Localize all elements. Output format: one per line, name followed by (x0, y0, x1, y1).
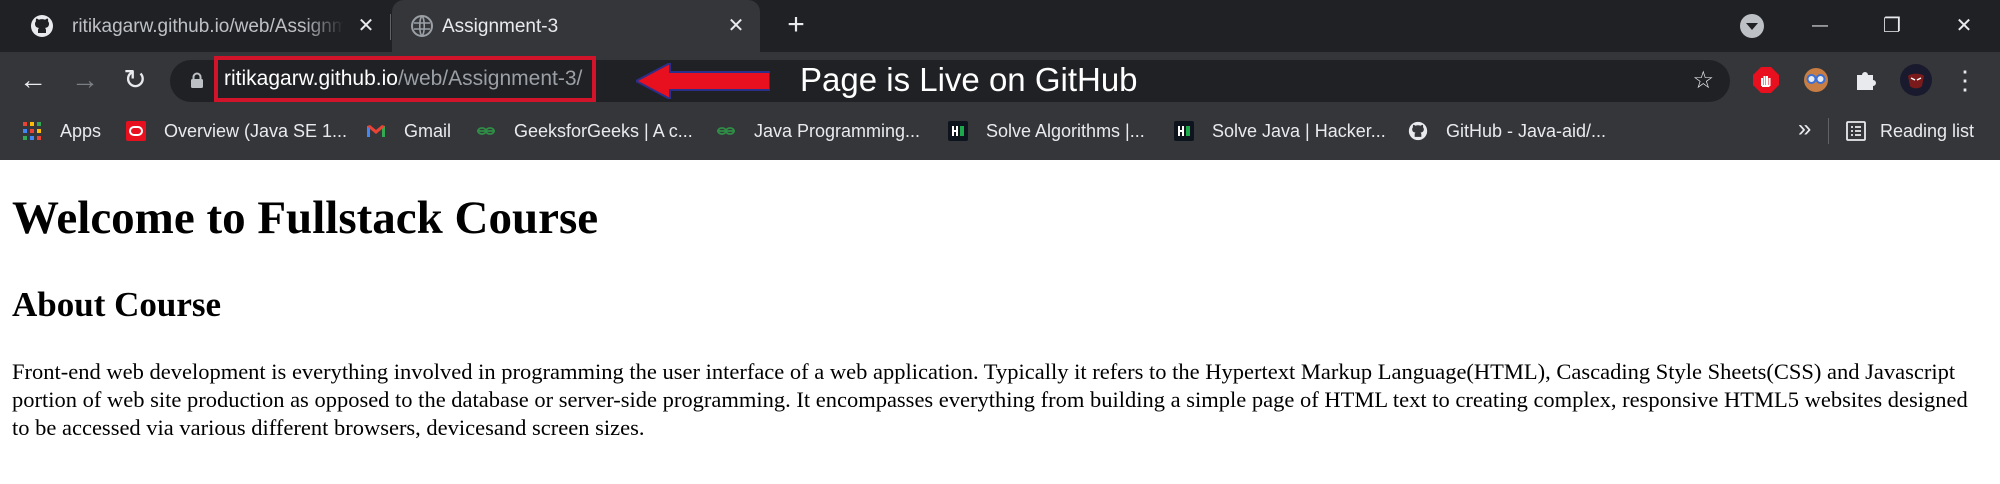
page-heading: Welcome to Fullstack Course (12, 192, 599, 244)
adblock-icon[interactable] (1752, 66, 1780, 94)
hackerrank-icon (948, 121, 968, 141)
bookmark-star-icon[interactable]: ☆ (1692, 68, 1714, 94)
bookmark-label: Overview (Java SE 1... (164, 120, 348, 141)
tab-search-icon[interactable] (1740, 14, 1764, 38)
reading-list-label: Reading list (1880, 120, 1975, 141)
tab-title: ritikagarw.github.io/web/Assignment-3/ (72, 16, 344, 37)
reload-button[interactable]: ↻ (118, 64, 152, 98)
page-content: Welcome to Fullstack Course About Course… (0, 160, 2000, 484)
extension-icon[interactable] (1802, 66, 1830, 94)
bookmark-java-programming[interactable]: Java Programming... (716, 118, 920, 144)
globe-icon (411, 15, 433, 37)
bookmark-oracle[interactable]: Overview (Java SE 1... (126, 118, 347, 144)
bookmark-label: Solve Java | Hacker... (1212, 120, 1386, 141)
reading-list-button[interactable]: Reading list (1846, 118, 1974, 144)
bookmark-geeksforgeeks[interactable]: GeeksforGeeks | A c... (476, 118, 693, 144)
bookmarks-separator (1828, 118, 1829, 144)
url-host: ritikagarw.github.io (224, 67, 398, 90)
tab-assignment[interactable]: Assignment-3 ✕ (392, 0, 760, 52)
bookmark-label: GitHub - Java-aid/... (1446, 120, 1607, 141)
bookmark-label: Gmail (404, 120, 452, 141)
tab-close-icon[interactable]: ✕ (724, 14, 748, 38)
menu-button[interactable]: ⋮ (1948, 64, 1982, 98)
bookmark-gmail[interactable]: Gmail (366, 118, 451, 144)
annotation-text: Page is Live on GitHub (800, 61, 1138, 98)
lock-icon[interactable] (190, 72, 204, 88)
bookmarks-bar: Apps Overview (Java SE 1... Gmail Geeksf… (0, 112, 2000, 150)
bookmark-label: Java Programming... (754, 120, 921, 141)
geeksforgeeks-icon (477, 127, 495, 135)
forward-button[interactable]: → (68, 64, 102, 98)
oracle-icon (126, 121, 146, 141)
geeksforgeeks-icon (717, 127, 735, 135)
gmail-icon (367, 125, 385, 137)
bookmark-label: GeeksforGeeks | A c... (514, 120, 693, 141)
back-button[interactable]: ← (16, 64, 50, 98)
tab-strip: ritikagarw.github.io/web/Assignment-3/ ✕… (0, 0, 2000, 52)
puzzle-icon[interactable] (1852, 66, 1880, 94)
page-subheading: About Course (12, 285, 222, 324)
browser-chrome: ritikagarw.github.io/web/Assignment-3/ ✕… (0, 0, 2000, 160)
new-tab-button[interactable]: + (782, 10, 810, 40)
bookmark-label: Solve Algorithms |... (986, 120, 1145, 141)
profile-avatar[interactable] (1900, 64, 1932, 96)
bookmark-solve-java[interactable]: Solve Java | Hacker... (1174, 118, 1386, 144)
tab-separator (390, 14, 391, 40)
bookmark-github[interactable]: GitHub - Java-aid/... (1408, 118, 1606, 144)
tab-title: Assignment-3 (442, 16, 559, 37)
reading-list-icon (1846, 121, 1866, 141)
restore-button[interactable]: ❐ (1872, 12, 1912, 40)
url-path: /web/Assignment-3/ (397, 67, 583, 90)
tab-close-icon[interactable]: ✕ (354, 14, 378, 38)
apps-grid-icon (23, 122, 41, 140)
bookmarks-overflow-button[interactable]: » (1798, 117, 1811, 141)
github-icon (1408, 121, 1428, 141)
tab-github[interactable]: ritikagarw.github.io/web/Assignment-3/ ✕ (0, 0, 390, 52)
bookmark-solve-algorithms[interactable]: Solve Algorithms |... (948, 118, 1145, 144)
github-icon (31, 15, 53, 37)
url-highlight-box[interactable]: ritikagarw.github.io/web/Assignment-3/ (214, 56, 597, 102)
bookmark-apps[interactable]: Apps (22, 118, 101, 144)
minimize-button[interactable]: — (1800, 12, 1840, 40)
close-window-button[interactable]: ✕ (1944, 12, 1984, 40)
hackerrank-icon (1174, 121, 1194, 141)
page-paragraph: Front-end web development is everything … (12, 359, 1968, 440)
annotation-arrow (636, 63, 770, 99)
bookmark-label: Apps (60, 120, 102, 141)
